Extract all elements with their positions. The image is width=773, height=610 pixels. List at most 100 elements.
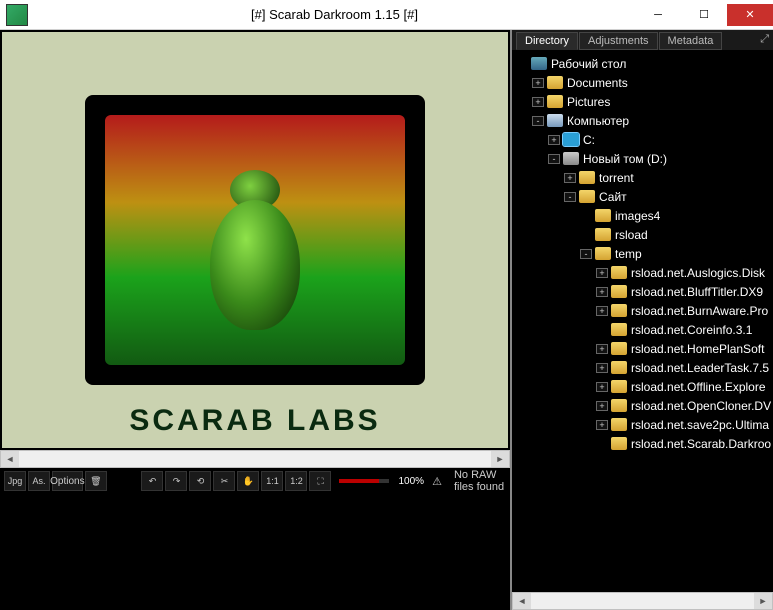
tree-node[interactable]: + C: [512,130,773,149]
tree-node[interactable]: -Новый том (D:) [512,149,773,168]
scroll-right-icon[interactable]: ► [754,593,772,609]
export-jpg-button[interactable]: Jpg [4,471,26,491]
undo-button[interactable]: ↶ [141,471,163,491]
rotate-button[interactable]: ⟲ [189,471,211,491]
collapse-icon[interactable]: - [564,192,576,202]
tree-node[interactable]: +Pictures [512,92,773,111]
folder-icon [611,266,627,279]
tree-label: rsload.net.save2pc.Ultima [631,418,769,432]
folder-icon [611,437,627,450]
folder-icon [611,323,627,336]
folder-icon [611,361,627,374]
tree-node[interactable]: rsload.net.Scarab.Darkroo [512,434,773,453]
expand-panel-icon[interactable]: ⤢ [760,33,769,46]
zoom-1-1-button[interactable]: 1:1 [261,471,283,491]
folder-icon [547,76,563,89]
scroll-left-icon[interactable]: ◄ [513,593,531,609]
warning-icon[interactable]: ⚠ [432,475,442,488]
expand-icon[interactable]: + [596,401,608,411]
status-text: No RAW files found [454,469,506,493]
tree-node[interactable]: -temp [512,244,773,263]
tree-label: Компьютер [567,114,629,128]
tree-node[interactable]: +torrent [512,168,773,187]
horizontal-scrollbar[interactable]: ◄ ► [0,450,510,468]
collapse-icon[interactable]: - [580,249,592,259]
expand-icon[interactable]: + [548,135,560,145]
tree-node[interactable]: - Компьютер [512,111,773,130]
folder-icon [595,228,611,241]
options-button[interactable]: Options [52,471,83,491]
tree-label: rsload.net.Coreinfo.3.1 [631,323,752,337]
tree-label: Сайт [599,190,627,204]
tree-node[interactable]: + rsload.net.LeaderTask.7.5 [512,358,773,377]
tree-label: rsload.net.BurnAware.Pro [631,304,768,318]
close-button[interactable]: ✕ [727,4,773,26]
tab-adjustments[interactable]: Adjustments [579,32,658,50]
redo-button[interactable]: ↷ [165,471,187,491]
expand-icon[interactable]: + [596,420,608,430]
tree-node[interactable]: rsload.net.Coreinfo.3.1 [512,320,773,339]
tab-metadata[interactable]: Metadata [659,32,723,50]
tree-label: rsload.net.HomePlanSoft [631,342,764,356]
expand-icon[interactable]: + [596,363,608,373]
folder-icon [595,247,611,260]
folder-icon [611,380,627,393]
zoom-slider[interactable] [339,479,388,483]
folder-icon [611,342,627,355]
expand-icon[interactable]: + [596,287,608,297]
tree-label: images4 [615,209,660,223]
tree-label: rsload.net.LeaderTask.7.5 [631,361,769,375]
folder-icon [579,171,595,184]
folder-icon [547,95,563,108]
folder-icon [611,285,627,298]
tree-node[interactable]: Рабочий стол [512,54,773,73]
delete-button[interactable]: 🗑 [85,471,107,491]
minimize-button[interactable]: ─ [635,4,681,26]
expand-icon[interactable]: + [532,97,544,107]
directory-tree[interactable]: Рабочий стол+Documents+Pictures - Компьюте… [512,50,773,592]
thumbnail-strip [0,494,510,610]
expand-icon[interactable]: + [596,306,608,316]
expand-icon[interactable]: + [564,173,576,183]
tree-node[interactable]: + rsload.net.HomePlanSoft [512,339,773,358]
pan-button[interactable]: ✋ [237,471,259,491]
desktop-icon [531,57,547,70]
tree-node[interactable]: + rsload.net.save2pc.Ultima [512,415,773,434]
tree-label: rsload.net.BluffTitler.DX9 [631,285,763,299]
expand-icon[interactable]: + [596,344,608,354]
zoom-percent: 100% [399,476,425,487]
title-bar: [#] Scarab Darkroom 1.15 [#] ─ ☐ ✕ [0,0,773,30]
crop-button[interactable]: ✂ [213,471,235,491]
maximize-button[interactable]: ☐ [681,4,727,26]
tree-node[interactable]: +rsload.net.Offline.Explore [512,377,773,396]
expand-icon[interactable]: + [596,268,608,278]
scroll-right-icon[interactable]: ► [491,451,509,467]
tree-node[interactable]: images4 [512,206,773,225]
folder-icon [611,418,627,431]
tree-label: rsload.net.Scarab.Darkroo [631,437,771,451]
export-as-button[interactable]: As. [28,471,50,491]
expand-icon[interactable]: + [532,78,544,88]
zoom-fit-button[interactable]: ⛶ [309,471,331,491]
tree-node[interactable]: - Сайт [512,187,773,206]
scarab-logo [85,95,425,385]
tree-node[interactable]: +rsload.net.OpenCloner.DV [512,396,773,415]
tab-directory[interactable]: Directory [516,32,578,50]
left-pane: SCARAB LABS ◄ ► Jpg As. Options 🗑 ↶ ↷ ⟲ … [0,30,510,610]
tree-node[interactable]: rsload [512,225,773,244]
tree-node[interactable]: + rsload.net.BluffTitler.DX9 [512,282,773,301]
tree-scrollbar[interactable]: ◄ ► [512,592,773,610]
app-icon [6,4,28,26]
tree-label: rsload.net.Auslogics.Disk [631,266,765,280]
tree-node[interactable]: + rsload.net.BurnAware.Pro [512,301,773,320]
tree-label: C: [583,133,595,147]
bottom-toolbar: Jpg As. Options 🗑 ↶ ↷ ⟲ ✂ ✋ 1:1 1:2 ⛶ 10… [0,468,510,494]
expand-icon[interactable]: + [596,382,608,392]
tree-node[interactable]: +Documents [512,73,773,92]
collapse-icon[interactable]: - [532,116,544,126]
tree-node[interactable]: + rsload.net.Auslogics.Disk [512,263,773,282]
collapse-icon[interactable]: - [548,154,560,164]
tree-label: rsload [615,228,648,242]
zoom-1-2-button[interactable]: 1:2 [285,471,307,491]
scroll-left-icon[interactable]: ◄ [1,451,19,467]
